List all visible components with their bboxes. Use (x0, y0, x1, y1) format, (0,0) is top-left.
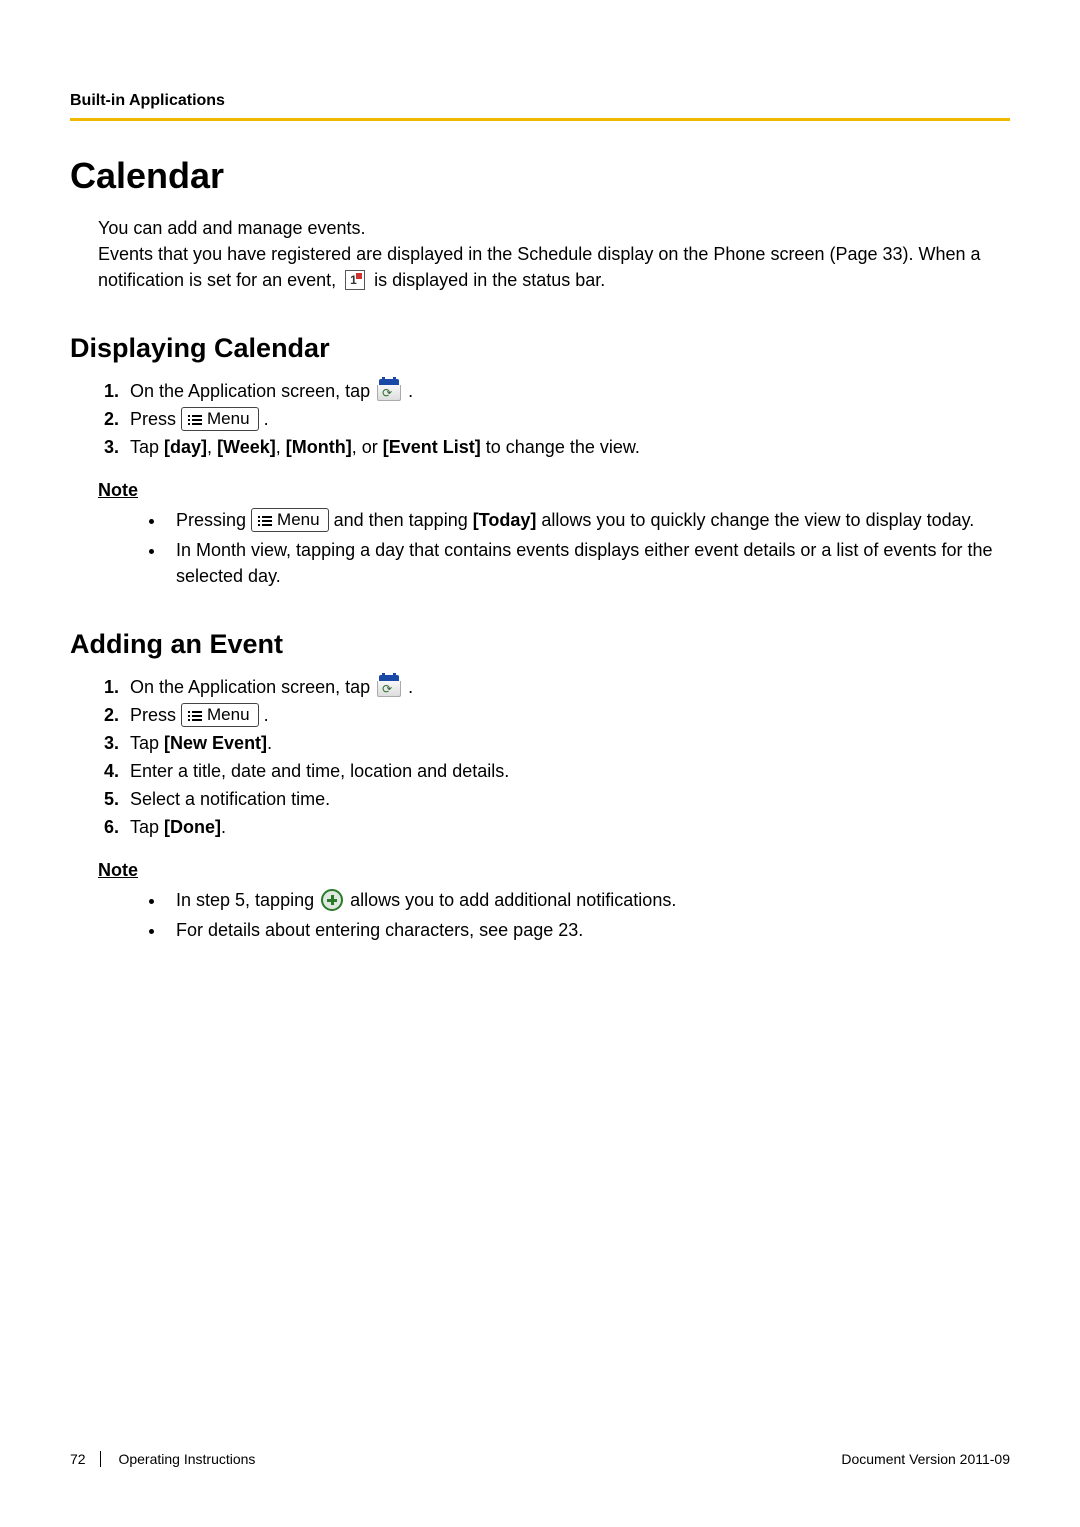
heading-adding-event: Adding an Event (70, 629, 1010, 660)
display-step-1: On the Application screen, tap . (124, 378, 1010, 406)
display-step-3-eventlist: [Event List] (383, 437, 481, 457)
plus-icon (321, 889, 343, 911)
display-step-3-day: [day] (164, 437, 207, 457)
t: , or (352, 437, 383, 457)
add-note-1: In step 5, tapping allows you to add add… (166, 887, 1010, 913)
display-note-1-mid: and then tapping (334, 510, 473, 530)
display-note-2: In Month view, tapping a day that contai… (166, 537, 1010, 589)
add-step-6-post: . (221, 817, 226, 837)
add-step-1: On the Application screen, tap . (124, 674, 1010, 702)
add-note-label: Note (98, 860, 1010, 881)
add-step-3: Tap [New Event]. (124, 730, 1010, 758)
display-step-1-text: On the Application screen, tap (130, 381, 375, 401)
intro-line1: You can add and manage events. (98, 215, 1010, 241)
menu-button-label: Menu (207, 705, 250, 724)
add-step-5: Select a notification time. (124, 786, 1010, 814)
page-number: 72 (70, 1451, 101, 1467)
menu-button-label: Menu (207, 409, 250, 428)
add-step-6-pre: Tap (130, 817, 164, 837)
add-step-2: Press Menu . (124, 702, 1010, 730)
add-step-3-pre: Tap (130, 733, 164, 753)
display-note-1: Pressing Menu and then tapping [Today] a… (166, 507, 1010, 533)
menu-button: Menu (181, 407, 259, 431)
heading-displaying-calendar: Displaying Calendar (70, 333, 1010, 364)
calendar-app-icon (377, 379, 401, 401)
add-note-1-pre: In step 5, tapping (176, 890, 319, 910)
menu-button-label: Menu (277, 510, 320, 529)
menu-list-icon (188, 414, 202, 426)
menu-button: Menu (181, 703, 259, 727)
add-note-1-post: allows you to add additional notificatio… (350, 890, 676, 910)
t: , (207, 437, 217, 457)
display-step-3-month: [Month] (286, 437, 352, 457)
add-step-3-newevent: [New Event] (164, 733, 267, 753)
add-note-2: For details about entering characters, s… (166, 917, 1010, 943)
display-step-2: Press Menu . (124, 406, 1010, 434)
add-step-3-post: . (267, 733, 272, 753)
display-note-1-pre: Pressing (176, 510, 251, 530)
display-step-2-post: . (264, 409, 269, 429)
add-notes: In step 5, tapping allows you to add add… (140, 887, 1010, 943)
display-step-1-end: . (408, 381, 413, 401)
calendar-app-icon (377, 675, 401, 697)
add-step-6: Tap [Done]. (124, 814, 1010, 842)
display-step-2-pre: Press (130, 409, 181, 429)
display-note-label: Note (98, 480, 1010, 501)
page-footer: 72 Operating Instructions Document Versi… (70, 1451, 1010, 1467)
add-step-6-done: [Done] (164, 817, 221, 837)
display-step-3: Tap [day], [Week], [Month], or [Event Li… (124, 434, 1010, 462)
menu-list-icon (258, 515, 272, 527)
display-note-1-today: [Today] (473, 510, 537, 530)
add-step-1-end: . (408, 677, 413, 697)
footer-version: Document Version 2011-09 (841, 1451, 1010, 1467)
add-step-2-pre: Press (130, 705, 181, 725)
add-step-4: Enter a title, date and time, location a… (124, 758, 1010, 786)
display-step-3-pre: Tap (130, 437, 164, 457)
add-step-2-post: . (264, 705, 269, 725)
add-step-1-text: On the Application screen, tap (130, 677, 375, 697)
t: , (276, 437, 286, 457)
display-step-3-post: to change the view. (481, 437, 640, 457)
notification-icon (345, 270, 365, 290)
display-step-3-week: [Week] (217, 437, 276, 457)
adding-steps: On the Application screen, tap . Press M… (98, 674, 1010, 841)
intro-line2-post: is displayed in the status bar. (374, 270, 605, 290)
intro-line2: Events that you have registered are disp… (98, 241, 1010, 293)
menu-list-icon (188, 710, 202, 722)
header-section-label: Built-in Applications (70, 92, 1010, 110)
intro-block: You can add and manage events. Events th… (98, 215, 1010, 293)
page-title: Calendar (70, 155, 1010, 197)
displaying-steps: On the Application screen, tap . Press M… (98, 378, 1010, 462)
menu-button: Menu (251, 508, 329, 532)
display-notes: Pressing Menu and then tapping [Today] a… (140, 507, 1010, 589)
footer-doc-title: Operating Instructions (118, 1451, 255, 1467)
display-note-1-post: allows you to quickly change the view to… (536, 510, 974, 530)
header-rule (70, 118, 1010, 121)
